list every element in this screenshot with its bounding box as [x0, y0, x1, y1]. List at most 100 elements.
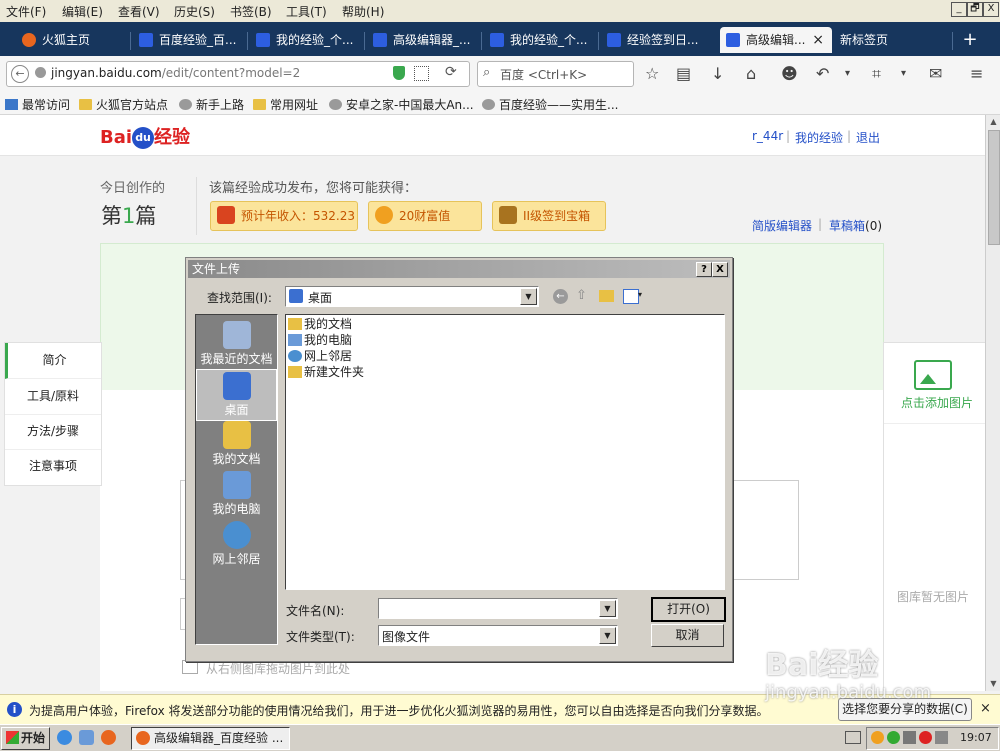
place-my-computer[interactable]: 我的电脑 — [196, 469, 277, 519]
menu-bookmarks[interactable]: 书签(B) — [230, 3, 272, 20]
chevron-down-icon[interactable]: ▾ — [845, 65, 850, 83]
home-icon[interactable]: ⌂ — [746, 65, 756, 83]
chat-icon[interactable]: ☻ — [781, 65, 798, 83]
file-item-new-folder[interactable]: 新建文件夹 — [288, 364, 364, 380]
bookmark-firefox-official[interactable]: 火狐官方站点 — [79, 96, 168, 113]
tab-close-icon[interactable]: × — [812, 27, 824, 53]
tab-advanced-editor-1[interactable]: 高级编辑器_... — [373, 27, 481, 53]
bookmark-common-sites[interactable]: 常用网址 — [253, 96, 318, 113]
taskbar-app-button[interactable]: 高级编辑器_百度经验 ... — [131, 727, 290, 750]
crop-icon[interactable]: ⌗ — [872, 65, 881, 83]
chevron-down-icon[interactable]: ▼ — [599, 627, 616, 644]
file-item-my-documents[interactable]: 我的文档 — [288, 316, 352, 332]
hamburger-menu-icon[interactable]: ≡ — [970, 65, 983, 83]
back-arrow-icon[interactable]: ← — [11, 65, 29, 83]
close-window-button[interactable]: X — [983, 2, 999, 17]
baidu-jingyan-logo[interactable]: Bai du 经验 — [100, 123, 190, 149]
tab-my-jingyan-2[interactable]: 我的经验_个... — [490, 27, 598, 53]
dialog-titlebar[interactable]: 文件上传 ? X — [188, 260, 730, 278]
new-folder-icon[interactable] — [599, 290, 614, 302]
search-box[interactable]: ⌕ 百度 <Ctrl+K> — [477, 61, 634, 87]
file-item-my-computer[interactable]: 我的电脑 — [288, 332, 352, 348]
today-created-label: 今日创作的 — [100, 181, 166, 196]
back-icon[interactable]: ← — [553, 289, 568, 304]
antivirus-icon[interactable] — [919, 731, 932, 744]
menu-help[interactable]: 帮助(H) — [342, 3, 384, 20]
tab-advanced-editor-active[interactable]: 高级编辑... × — [720, 27, 832, 53]
filename-input[interactable]: ▼ — [378, 598, 618, 619]
user-link[interactable]: r_44r — [752, 129, 783, 143]
new-tab-plus-icon[interactable]: + — [960, 27, 980, 53]
menu-tools[interactable]: 工具(T) — [286, 3, 327, 20]
simple-editor-link[interactable]: 简版编辑器 — [752, 217, 812, 234]
dialog-close-button[interactable]: X — [712, 262, 728, 277]
notification-close-icon[interactable]: × — [980, 701, 991, 716]
undo-icon[interactable]: ↶ — [816, 65, 829, 83]
open-button[interactable]: 打开(O) — [651, 597, 726, 622]
tab-new-tab-page[interactable]: 新标签页 — [840, 27, 940, 53]
volume-icon[interactable] — [935, 731, 948, 744]
cancel-button[interactable]: 取消 — [651, 624, 724, 647]
look-in-dropdown[interactable]: 桌面 ▼ — [285, 286, 539, 307]
start-button[interactable]: 开始 — [1, 727, 50, 750]
firefox-icon[interactable] — [101, 730, 116, 745]
bookmark-getting-started[interactable]: 新手上路 — [179, 96, 244, 113]
page-scrollbar[interactable]: ▲ ▼ — [985, 115, 1000, 691]
url-bar[interactable]: ← jingyan.baidu.com/edit/content?model=2… — [6, 61, 470, 87]
tray-security-icon[interactable] — [887, 731, 900, 744]
shield-icon[interactable] — [393, 66, 405, 80]
menu-history[interactable]: 历史(S) — [174, 3, 215, 20]
qr-code-icon[interactable] — [414, 66, 429, 81]
place-recent-documents[interactable]: 我最近的文档 — [196, 319, 277, 369]
menu-edit[interactable]: 编辑(E) — [62, 3, 103, 20]
bookmark-baidu-jingyan[interactable]: 百度经验——实用生... — [482, 96, 618, 113]
filetype-dropdown[interactable]: 图像文件 ▼ — [378, 625, 618, 646]
bookmark-star-icon[interactable]: ☆ — [645, 65, 659, 83]
logout-link[interactable]: 退出 — [856, 129, 880, 146]
place-my-documents[interactable]: 我的文档 — [196, 419, 277, 469]
chevron-down-icon[interactable]: ▾ — [638, 290, 642, 299]
reading-list-icon[interactable]: ▤ — [676, 65, 691, 83]
my-jingyan-link[interactable]: 我的经验 — [795, 129, 843, 146]
place-network[interactable]: 网上邻居 — [196, 519, 277, 569]
site-info-icon[interactable] — [35, 67, 46, 78]
comment-icon[interactable]: ✉ — [929, 65, 942, 83]
download-icon[interactable]: ↓ — [711, 65, 724, 83]
network-tray-icon[interactable] — [903, 731, 916, 744]
chevron-down-icon[interactable]: ▼ — [520, 288, 537, 305]
menu-view[interactable]: 查看(V) — [118, 3, 160, 20]
up-folder-icon[interactable]: ⇧ — [576, 288, 587, 303]
view-menu-icon[interactable] — [623, 289, 639, 304]
chevron-down-icon[interactable]: ▼ — [599, 600, 616, 617]
tab-firefox-home[interactable]: 火狐主页 — [22, 27, 130, 53]
bookmark-android-home[interactable]: 安卓之家-中国最大An... — [329, 96, 474, 113]
reload-icon[interactable]: ⟳ — [445, 64, 457, 80]
help-button[interactable]: ? — [696, 262, 712, 277]
place-desktop[interactable]: 桌面 — [196, 369, 277, 421]
drafts-link[interactable]: 草稿箱(0) — [829, 217, 882, 234]
keyboard-icon[interactable] — [845, 731, 861, 744]
scroll-up-icon[interactable]: ▲ — [987, 115, 1000, 128]
bookmark-most-visited[interactable]: 最常访问 — [5, 96, 70, 113]
scroll-down-icon[interactable]: ▼ — [987, 677, 1000, 690]
chevron-down-icon[interactable]: ▾ — [901, 65, 906, 83]
tab-baidu-jingyan[interactable]: 百度经验_百... — [139, 27, 247, 53]
nav-item-tools[interactable]: 工具/原料 — [5, 379, 101, 415]
scroll-thumb[interactable] — [988, 130, 1000, 245]
restore-button[interactable]: 🗗 — [967, 2, 983, 17]
add-image-icon[interactable] — [914, 360, 952, 390]
tab-my-jingyan-1[interactable]: 我的经验_个... — [256, 27, 364, 53]
file-list: 我的文档 我的电脑 网上邻居 新建文件夹 — [285, 314, 725, 590]
tray-app-icon[interactable] — [871, 731, 884, 744]
menu-file[interactable]: 文件(F) — [6, 3, 46, 20]
desktop-shortcut-icon[interactable] — [79, 730, 94, 745]
nav-item-notes[interactable]: 注意事项 — [5, 449, 101, 484]
add-image-link[interactable]: 点击添加图片 — [901, 394, 973, 411]
tab-checkin[interactable]: 经验签到日... — [607, 27, 715, 53]
minimize-button[interactable]: _ — [951, 2, 967, 17]
ie-icon[interactable] — [57, 730, 72, 745]
nav-item-intro[interactable]: 简介 — [5, 343, 101, 379]
nav-item-steps[interactable]: 方法/步骤 — [5, 414, 101, 450]
baidu-paw-icon — [373, 33, 387, 47]
file-item-network[interactable]: 网上邻居 — [288, 348, 352, 364]
